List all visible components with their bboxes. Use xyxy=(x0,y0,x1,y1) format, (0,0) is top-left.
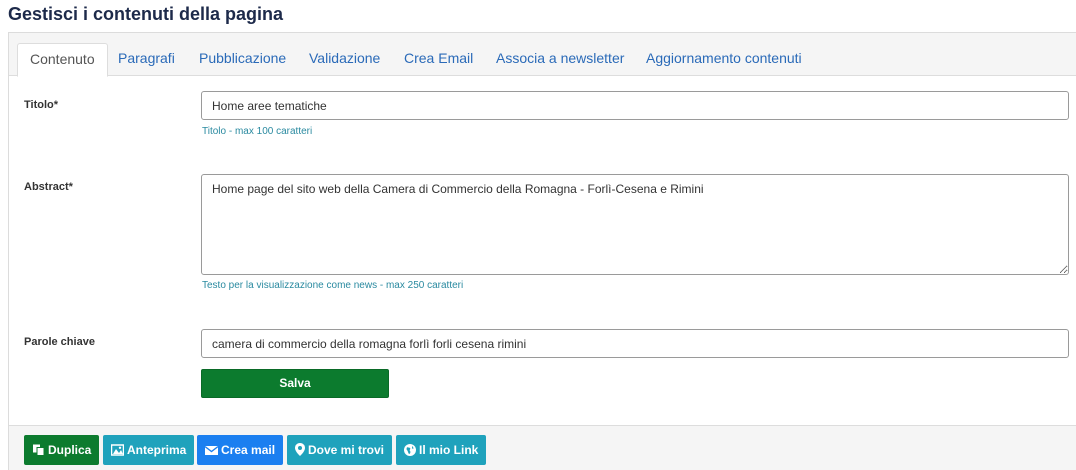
il-mio-link-button[interactable]: Il mio Link xyxy=(396,435,487,465)
tab-pubblicazione[interactable]: Pubblicazione xyxy=(187,43,298,76)
abstract-help: Testo per la visualizzazione come news -… xyxy=(202,280,464,291)
anteprima-button[interactable]: Anteprima xyxy=(103,435,195,465)
duplica-label: Duplica xyxy=(48,443,92,457)
abstract-textarea[interactable]: Home page del sito web della Camera di C… xyxy=(201,174,1069,275)
tab-paragrafi[interactable]: Paragrafi xyxy=(106,43,187,76)
tab-contenuto[interactable]: Contenuto xyxy=(17,43,108,77)
titolo-label: Titolo* xyxy=(24,99,59,111)
tab-bar: Contenuto Paragrafi Pubblicazione Valida… xyxy=(9,33,1076,77)
parole-chiave-input[interactable] xyxy=(201,329,1069,358)
parole-chiave-label: Parole chiave xyxy=(24,336,95,348)
save-button[interactable]: Salva xyxy=(201,369,389,398)
content-panel: Contenuto Paragrafi Pubblicazione Valida… xyxy=(8,32,1076,470)
anteprima-label: Anteprima xyxy=(127,443,187,457)
tab-crea-email[interactable]: Crea Email xyxy=(392,43,485,76)
dove-mi-trovi-label: Dove mi trovi xyxy=(308,443,385,457)
globe-icon xyxy=(404,444,416,456)
titolo-help: Titolo - max 100 caratteri xyxy=(202,126,313,137)
tab-validazione[interactable]: Validazione xyxy=(297,43,392,76)
crea-mail-button[interactable]: Crea mail xyxy=(197,435,284,465)
crea-mail-label: Crea mail xyxy=(221,443,276,457)
copy-icon xyxy=(33,444,45,456)
tab-aggiornamento-contenuti[interactable]: Aggiornamento contenuti xyxy=(634,43,814,76)
duplica-button[interactable]: Duplica xyxy=(24,435,100,465)
envelope-icon xyxy=(204,445,219,455)
il-mio-link-label: Il mio Link xyxy=(419,443,479,457)
dove-mi-trovi-button[interactable]: Dove mi trovi xyxy=(287,435,393,465)
action-footer: Duplica Anteprima Crea mail Dove mi trov… xyxy=(9,425,1076,470)
titolo-input[interactable] xyxy=(201,91,1069,120)
tab-associa-newsletter[interactable]: Associa a newsletter xyxy=(484,43,636,76)
abstract-label: Abstract* xyxy=(24,181,73,193)
image-icon xyxy=(110,444,125,456)
map-marker-icon xyxy=(295,443,305,456)
page-title: Gestisci i contenuti della pagina xyxy=(8,4,284,24)
